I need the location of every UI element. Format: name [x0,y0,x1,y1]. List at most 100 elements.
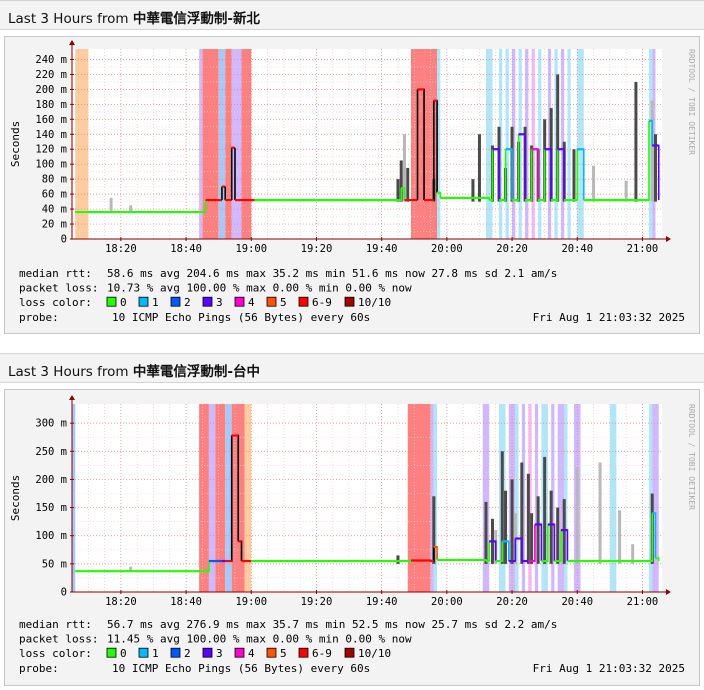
y-tick-label: 100 m [35,159,67,171]
legend-swatch [202,296,213,307]
loss-band [231,49,242,239]
x-axis-arrow [666,236,671,242]
y-tick-label: 160 m [35,114,67,126]
probe-label: probe: [19,311,59,324]
legend-label: 0 [120,296,127,309]
y-axis-title: Seconds [9,475,22,521]
stat-values: 58.6 ms avg 204.6 ms max 35.2 ms min 51.… [107,267,557,280]
smoke-bar [618,510,622,564]
smoke-bar [396,555,400,564]
smoke-bar [477,134,481,202]
x-tick-label: 18:20 [105,596,137,608]
loss-band [225,49,232,239]
rtt-chart-1: 0 20 m 40 m 60 m 80 m 100 m 120 m 140 m 160 m 180… [9,40,696,324]
legend-label: 1 [152,647,159,660]
loss-band [208,404,216,592]
loss-band [199,49,203,239]
y-tick-label: 50 m [42,558,67,570]
stat-label: packet loss: [19,282,98,295]
x-tick-label: 19:00 [235,243,267,255]
loss-band [75,49,89,239]
loss-band [505,49,509,239]
y-tick-label: 40 m [42,204,67,216]
smoke-bar [549,490,553,564]
legend-swatch [138,647,149,658]
legend-swatch [170,647,181,658]
legend-label: 5 [280,296,287,309]
x-tick-label: 20:20 [496,243,528,255]
graph-header-2: Last 3 Hours from 中華電信浮動制-台中 [0,353,704,383]
legend-label: 2 [184,647,191,660]
loss-color-label: loss color: [19,296,92,309]
probe-label: probe: [19,662,59,675]
x-tick-label: 19:20 [301,596,333,608]
smoke-bar [634,81,638,202]
legend-swatch [298,647,309,658]
y-tick-label: 20 m [42,219,67,231]
smoke-bar [526,473,530,564]
loss-band [241,49,252,239]
smoke-bar [530,513,534,564]
loss-band [218,49,226,239]
smoke-bar [109,197,113,213]
smoke-bar [572,149,576,202]
graph-header-1: Last 3 Hours from 中華電信浮動制-新北 [0,0,704,30]
y-tick-label: 300 m [35,418,67,430]
legend-label: 10/10 [358,296,391,309]
legend-label: 6-9 [312,647,332,660]
x-tick-label: 20:40 [561,596,593,608]
rrdtool-watermark: RRDTOOL / TOBI OETIKER [687,404,696,510]
legend-swatch [138,296,149,307]
legend-label: 4 [248,647,255,660]
legend-label: 5 [280,647,287,660]
legend-label: 2 [184,296,191,309]
y-tick-label: 120 m [35,144,67,156]
smoke-bar [396,179,400,202]
smoke-bar [650,100,654,202]
smoke-bar [653,134,657,202]
smoke-bar [598,462,602,564]
rrdtool-watermark: RRDTOOL / TOBI OETIKER [687,49,696,155]
y-axis-title: Seconds [9,121,22,167]
y-tick-label: 180 m [35,99,67,111]
x-tick-label: 18:20 [105,243,137,255]
legend-swatch [266,296,277,307]
y-axis-arrow [69,40,75,45]
y-tick-label: 0 [61,587,67,599]
x-tick-label: 19:40 [366,243,398,255]
legend-label: 1 [152,296,159,309]
graph-panel-1: 0 20 m 40 m 60 m 80 m 100 m 120 m 140 m 160 m 180… [4,36,700,334]
x-tick-label: 18:40 [170,596,202,608]
smoke-bar [536,496,540,564]
y-tick-label: 150 m [35,502,67,514]
y-axis-arrow [69,395,75,400]
loss-band [424,49,438,239]
legend-label: 3 [216,647,223,660]
legend-swatch [234,647,245,658]
graph-date: Fri Aug 1 21:03:32 2025 [533,311,685,324]
stat-values: 56.7 ms avg 276.9 ms max 35.7 ms min 52.… [107,618,557,631]
plot-area [72,49,662,239]
legend-swatch [234,296,245,307]
smoke-bar [510,479,514,564]
loss-band [202,49,219,239]
graph-date: Fri Aug 1 21:03:32 2025 [533,662,685,675]
smoke-bar [543,456,547,564]
y-tick-label: 100 m [35,530,67,542]
y-tick-label: 220 m [35,69,67,81]
x-tick-label: 20:40 [561,243,593,255]
smoke-bar [575,468,579,564]
loss-band [538,49,542,239]
y-tick-label: 80 m [42,174,67,186]
stat-label: packet loss: [19,633,98,646]
x-tick-label: 19:20 [301,243,333,255]
loss-band [531,49,535,239]
y-tick-label: 0 [61,234,67,246]
legend-swatch [344,647,355,658]
x-tick-label: 21:00 [627,243,659,255]
stat-label: median rtt: [19,618,92,631]
loss-band [577,49,584,239]
x-axis-arrow [666,589,671,595]
y-tick-label: 200 m [35,84,67,96]
stat-label: median rtt: [19,267,92,280]
